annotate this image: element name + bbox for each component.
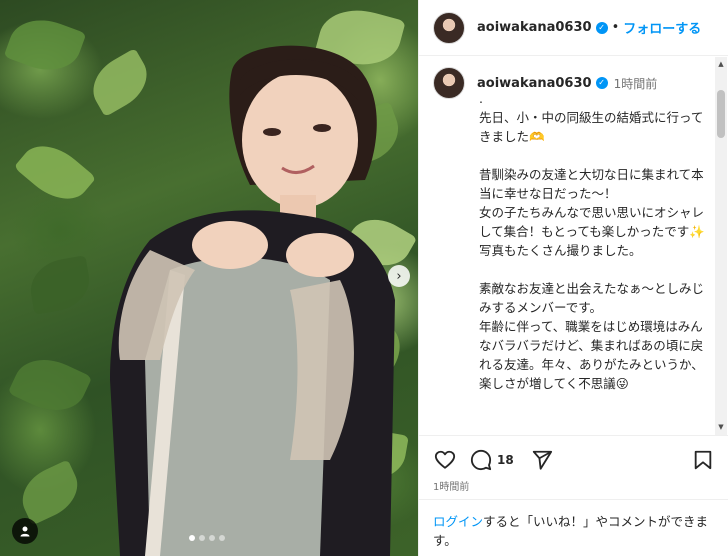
- save-button[interactable]: [691, 448, 715, 472]
- post-caption: . 先日、小・中の同級生の結婚式に行ってきました🫶 昔馴染みの友達と大切な日に集…: [479, 91, 705, 391]
- post-timestamp[interactable]: 1時間前: [433, 478, 469, 493]
- next-image-button[interactable]: ›: [388, 265, 410, 287]
- verified-badge-icon: ✓: [595, 21, 608, 34]
- person-figure: [110, 45, 395, 556]
- carousel-dot: [209, 535, 215, 541]
- carousel-dot: [189, 535, 195, 541]
- post-actions-section: 18 1時間前 ログインすると「いいね！」やコメントができます。: [419, 435, 728, 556]
- avatar[interactable]: [433, 11, 465, 44]
- post-photo[interactable]: ›: [0, 0, 418, 556]
- carousel-dot: [219, 535, 225, 541]
- carousel-dot: [199, 535, 205, 541]
- carousel-indicator: [189, 535, 225, 541]
- caption-scroll-area[interactable]: aoiwakana0630 ✓ 1時間前 . 先日、小・中の同級生の結婚式に行っ…: [419, 57, 728, 435]
- user-tag-icon: [20, 526, 30, 537]
- user-tag-button[interactable]: [12, 518, 38, 544]
- scroll-up-arrow-icon[interactable]: ▲: [717, 60, 725, 68]
- login-link[interactable]: ログイン: [433, 514, 483, 529]
- like-button[interactable]: [433, 448, 457, 472]
- paper-plane-icon: [532, 450, 552, 470]
- comment-button[interactable]: [469, 448, 493, 472]
- comment-bubble-icon: [470, 449, 492, 471]
- bookmark-icon: [694, 450, 712, 470]
- avatar[interactable]: [433, 67, 465, 99]
- comment-count: 18: [497, 453, 514, 467]
- follow-button[interactable]: フォローする: [623, 18, 701, 37]
- divider: [419, 499, 728, 500]
- post-side-panel: aoiwakana0630 ✓ • フォローする aoiwakana0630 ✓…: [418, 0, 728, 556]
- post-header: aoiwakana0630 ✓ • フォローする: [419, 0, 728, 56]
- action-buttons: 18: [433, 448, 554, 472]
- separator-dot: •: [611, 20, 620, 35]
- share-button[interactable]: [530, 448, 554, 472]
- chevron-right-icon: ›: [396, 268, 402, 284]
- login-prompt: ログインすると「いいね！」やコメントができます。: [433, 512, 718, 550]
- scroll-down-arrow-icon[interactable]: ▼: [717, 423, 725, 431]
- scrollbar-thumb[interactable]: [717, 90, 725, 138]
- verified-badge-icon: ✓: [595, 77, 608, 89]
- heart-icon: [434, 450, 456, 469]
- header-username[interactable]: aoiwakana0630: [477, 20, 592, 35]
